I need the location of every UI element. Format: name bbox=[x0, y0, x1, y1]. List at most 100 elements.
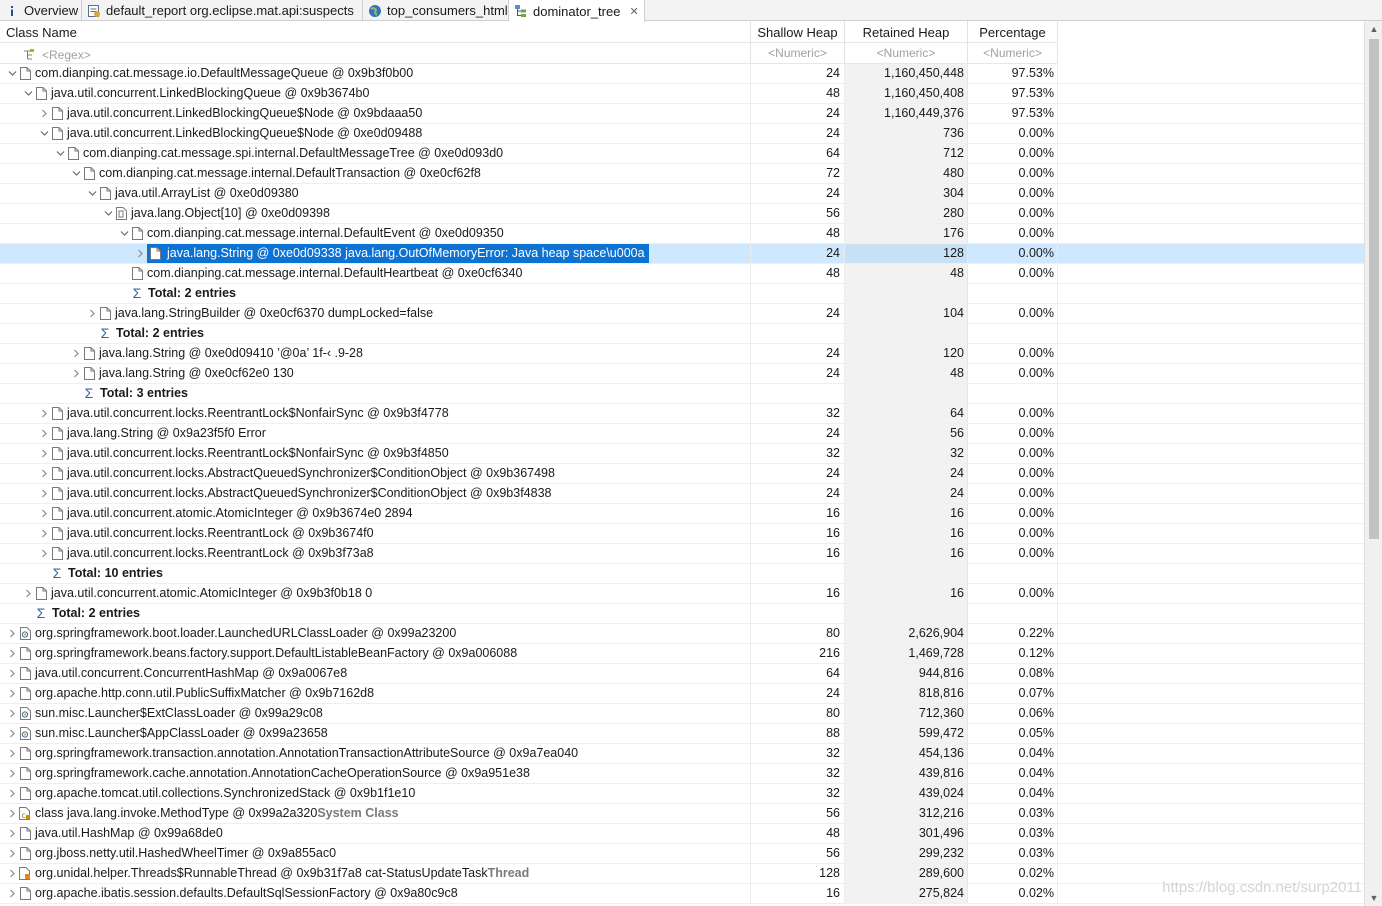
collapsed-chevron-icon[interactable] bbox=[85, 304, 99, 323]
class-name-filter[interactable]: <Regex> bbox=[0, 43, 751, 64]
close-icon[interactable]: ✕ bbox=[629, 5, 638, 18]
table-row[interactable]: java.util.concurrent.locks.ReentrantLock… bbox=[0, 444, 1364, 464]
total-row[interactable]: Σ Total: 2 entries bbox=[0, 324, 1364, 344]
table-row[interactable]: com.dianping.cat.message.spi.internal.De… bbox=[0, 144, 1364, 164]
table-row[interactable]: java.util.concurrent.ConcurrentHashMap @… bbox=[0, 664, 1364, 684]
table-row[interactable]: com.dianping.cat.message.internal.Defaul… bbox=[0, 164, 1364, 184]
collapsed-chevron-icon[interactable] bbox=[5, 764, 19, 783]
scrollbar-thumb[interactable] bbox=[1369, 39, 1379, 539]
collapsed-chevron-icon[interactable] bbox=[37, 104, 51, 123]
table-row[interactable]: java.util.concurrent.locks.AbstractQueue… bbox=[0, 484, 1364, 504]
tab-overview[interactable]: Overview bbox=[0, 0, 82, 21]
table-row[interactable]: java.util.concurrent.LinkedBlockingQueue… bbox=[0, 84, 1364, 104]
collapsed-chevron-icon[interactable] bbox=[5, 704, 19, 723]
collapsed-chevron-icon[interactable] bbox=[133, 244, 147, 263]
column-header-class-name[interactable]: Class Name bbox=[0, 21, 751, 43]
total-row[interactable]: Σ Total: 2 entries bbox=[0, 284, 1364, 304]
table-row[interactable]: org.apache.tomcat.util.collections.Synch… bbox=[0, 784, 1364, 804]
scroll-up-icon[interactable]: ▲ bbox=[1365, 21, 1382, 37]
table-row[interactable]: org.springframework.boot.loader.Launched… bbox=[0, 624, 1364, 644]
expanded-chevron-icon[interactable] bbox=[101, 204, 115, 223]
table-row[interactable]: java.lang.Object[10] @ 0xe0d09398 56 280 0.… bbox=[0, 204, 1364, 224]
total-row[interactable]: Σ Total: 3 entries bbox=[0, 384, 1364, 404]
table-row[interactable]: java.util.concurrent.locks.AbstractQueue… bbox=[0, 464, 1364, 484]
percentage-filter[interactable]: <Numeric> bbox=[968, 43, 1058, 64]
vertical-scrollbar[interactable]: ▲ ▼ bbox=[1364, 21, 1382, 906]
expanded-chevron-icon[interactable] bbox=[53, 144, 67, 163]
table-row[interactable]: java.util.concurrent.atomic.AtomicIntege… bbox=[0, 584, 1364, 604]
collapsed-chevron-icon[interactable] bbox=[37, 464, 51, 483]
collapsed-chevron-icon[interactable] bbox=[5, 684, 19, 703]
table-row[interactable]: java.util.concurrent.locks.ReentrantLock… bbox=[0, 544, 1364, 564]
table-row[interactable]: java.lang.String @ 0xe0cf62e0 130 24 48 0.0… bbox=[0, 364, 1364, 384]
table-row[interactable]: org.unidal.helper.Threads$RunnableThread… bbox=[0, 864, 1364, 884]
total-row[interactable]: Σ Total: 2 entries bbox=[0, 604, 1364, 624]
collapsed-chevron-icon[interactable] bbox=[5, 664, 19, 683]
collapsed-chevron-icon[interactable] bbox=[21, 584, 35, 603]
scroll-down-icon[interactable]: ▼ bbox=[1365, 890, 1382, 906]
table-row[interactable]: com.dianping.cat.message.internal.Defaul… bbox=[0, 264, 1364, 284]
collapsed-chevron-icon[interactable] bbox=[37, 524, 51, 543]
table-row[interactable]: java.util.concurrent.atomic.AtomicIntege… bbox=[0, 504, 1364, 524]
collapsed-chevron-icon[interactable] bbox=[37, 544, 51, 563]
column-header-shallow-heap[interactable]: Shallow Heap bbox=[751, 21, 845, 43]
collapsed-chevron-icon[interactable] bbox=[37, 444, 51, 463]
expanded-chevron-icon[interactable] bbox=[85, 184, 99, 203]
table-row[interactable]: org.apache.ibatis.session.defaults.Defau… bbox=[0, 884, 1364, 904]
table-row[interactable]: org.jboss.netty.util.HashedWheelTimer @ … bbox=[0, 844, 1364, 864]
table-row[interactable]: org.springframework.transaction.annotati… bbox=[0, 744, 1364, 764]
collapsed-chevron-icon[interactable] bbox=[5, 784, 19, 803]
tab-default-report[interactable]: default_report org.eclipse.mat.api:suspe… bbox=[82, 0, 363, 21]
table-row[interactable]: java.lang.String @ 0x9a23f5f0 Error 24 56 0… bbox=[0, 424, 1364, 444]
collapsed-chevron-icon[interactable] bbox=[5, 744, 19, 763]
table-row[interactable]: c class java.lang.invoke.MethodType @ 0x9… bbox=[0, 804, 1364, 824]
table-row[interactable]: sun.misc.Launcher$ExtClassLoader @ 0x99a… bbox=[0, 704, 1364, 724]
expanded-chevron-icon[interactable] bbox=[69, 164, 83, 183]
collapsed-chevron-icon[interactable] bbox=[5, 864, 19, 883]
table-row[interactable]: java.util.concurrent.locks.ReentrantLock… bbox=[0, 524, 1364, 544]
collapsed-chevron-icon[interactable] bbox=[5, 804, 19, 823]
collapsed-chevron-icon[interactable] bbox=[5, 644, 19, 663]
table-row[interactable]: org.springframework.cache.annotation.Ann… bbox=[0, 764, 1364, 784]
expanded-chevron-icon[interactable] bbox=[21, 84, 35, 103]
expanded-chevron-icon[interactable] bbox=[37, 124, 51, 143]
table-row[interactable]: com.dianping.cat.message.io.DefaultMessa… bbox=[0, 64, 1364, 84]
collapsed-chevron-icon[interactable] bbox=[5, 824, 19, 843]
shallow-heap-cell: 24 bbox=[751, 464, 845, 483]
table-row[interactable]: org.apache.http.conn.util.PublicSuffixMa… bbox=[0, 684, 1364, 704]
collapsed-chevron-icon[interactable] bbox=[69, 364, 83, 383]
retained-heap-cell: 1,160,450,408 bbox=[845, 84, 968, 103]
expanded-chevron-icon[interactable] bbox=[117, 224, 131, 243]
expanded-chevron-icon[interactable] bbox=[5, 64, 19, 83]
table-row[interactable]: org.springframework.beans.factory.suppor… bbox=[0, 644, 1364, 664]
collapsed-chevron-icon[interactable] bbox=[5, 884, 19, 903]
class-name-label: org.apache.ibatis.session.defaults.Defau… bbox=[35, 886, 458, 900]
table-row[interactable]: java.lang.String @ 0xe0d09410 ’@0a’ 1f-‹… bbox=[0, 344, 1364, 364]
collapsed-chevron-icon[interactable] bbox=[37, 504, 51, 523]
collapsed-chevron-icon[interactable] bbox=[69, 344, 83, 363]
table-row[interactable]: sun.misc.Launcher$AppClassLoader @ 0x99a… bbox=[0, 724, 1364, 744]
table-row[interactable]: java.lang.String @ 0xe0d09338 java.lang.… bbox=[0, 244, 1364, 264]
percentage-cell bbox=[968, 324, 1058, 343]
column-header-retained-heap[interactable]: Retained Heap bbox=[845, 21, 968, 43]
table-row[interactable]: java.util.HashMap @ 0x99a68de0 48 301,496 0… bbox=[0, 824, 1364, 844]
retained-heap-filter[interactable]: <Numeric> bbox=[845, 43, 968, 64]
shallow-heap-filter[interactable]: <Numeric> bbox=[751, 43, 845, 64]
collapsed-chevron-icon[interactable] bbox=[5, 724, 19, 743]
table-row[interactable]: java.util.concurrent.LinkedBlockingQueue… bbox=[0, 104, 1364, 124]
collapsed-chevron-icon[interactable] bbox=[5, 844, 19, 863]
shallow-heap-cell bbox=[751, 604, 845, 623]
collapsed-chevron-icon[interactable] bbox=[37, 424, 51, 443]
table-row[interactable]: java.util.concurrent.locks.ReentrantLock… bbox=[0, 404, 1364, 424]
table-row[interactable]: com.dianping.cat.message.internal.Defaul… bbox=[0, 224, 1364, 244]
table-row[interactable]: java.lang.StringBuilder @ 0xe0cf6370 dum… bbox=[0, 304, 1364, 324]
tab-top-consumers[interactable]: top_consumers_html bbox=[363, 0, 509, 21]
collapsed-chevron-icon[interactable] bbox=[5, 624, 19, 643]
collapsed-chevron-icon[interactable] bbox=[37, 404, 51, 423]
collapsed-chevron-icon[interactable] bbox=[37, 484, 51, 503]
tab-dominator-tree[interactable]: dominator_tree ✕ bbox=[509, 0, 645, 22]
table-row[interactable]: java.util.concurrent.LinkedBlockingQueue… bbox=[0, 124, 1364, 144]
table-row[interactable]: java.util.ArrayList @ 0xe0d09380 24 304 0.0… bbox=[0, 184, 1364, 204]
column-header-percentage[interactable]: Percentage bbox=[968, 21, 1058, 43]
total-row[interactable]: Σ Total: 10 entries bbox=[0, 564, 1364, 584]
